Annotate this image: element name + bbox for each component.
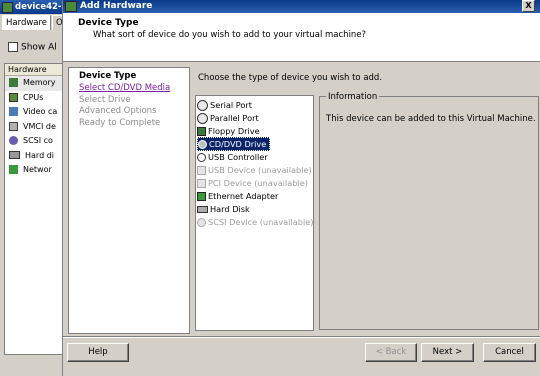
- next-button[interactable]: Next >: [421, 343, 474, 362]
- device-item-usb-controller[interactable]: USB Controller: [197, 151, 271, 163]
- device-item-ethernet-adapter[interactable]: Ethernet Adapter: [197, 190, 281, 202]
- background-window-title: device42-: [15, 2, 62, 12]
- step-select-media-link[interactable]: Select CD/DVD Media: [79, 83, 170, 93]
- step-advanced-options: Advanced Options: [79, 106, 157, 116]
- step-device-type: Device Type: [79, 71, 137, 81]
- device-item-scsi-device[interactable]: SCSI Device (unavailable): [197, 216, 316, 228]
- usb-controller-icon: [197, 153, 206, 162]
- device-item-label: CD/DVD Drive: [209, 139, 267, 149]
- usb-device-icon: [197, 166, 206, 175]
- hardware-item-network[interactable]: Networ: [5, 163, 67, 178]
- header-title: Device Type: [78, 18, 139, 28]
- add-hardware-dialog: Add Hardware X Device Type What sort of …: [62, 0, 540, 376]
- hard-disk-icon: [197, 206, 208, 213]
- device-item-pci-device[interactable]: PCI Device (unavailable): [197, 177, 311, 189]
- device-item-usb-device[interactable]: USB Device (unavailable): [197, 164, 315, 176]
- hardware-item-label: Networ: [23, 165, 52, 174]
- dialog-header: Device Type What sort of device do you w…: [63, 13, 540, 62]
- dialog-title: Add Hardware: [80, 1, 153, 11]
- hardware-item-scsi-controller[interactable]: SCSI co: [5, 134, 67, 149]
- header-subtitle: What sort of device do you wish to add t…: [93, 30, 367, 40]
- close-button[interactable]: X: [522, 0, 535, 12]
- instruction-text: Choose the type of device you wish to ad…: [198, 73, 383, 83]
- information-text: This device can be added to this Virtual…: [326, 114, 536, 124]
- back-button[interactable]: < Back: [365, 343, 417, 362]
- hardware-item-memory[interactable]: Memory: [5, 76, 67, 91]
- device-item-serial-port[interactable]: Serial Port: [197, 99, 255, 111]
- vm-icon: [2, 2, 13, 13]
- hardware-item-label: Hard di: [25, 150, 54, 160]
- hardware-item-label: Memory: [23, 78, 56, 87]
- scsi-controller-icon: [9, 136, 18, 145]
- floppy-drive-icon: [197, 127, 206, 136]
- add-hardware-icon: [65, 1, 77, 12]
- information-groupbox: Information This device can be added to …: [319, 92, 539, 330]
- hardware-item-cpus[interactable]: CPUs: [5, 91, 67, 106]
- device-item-label: PCI Device (unavailable): [208, 178, 308, 188]
- device-item-label: Serial Port: [210, 100, 253, 110]
- step-ready-to-complete: Ready to Complete: [79, 118, 161, 128]
- vmci-icon: [9, 121, 18, 131]
- tab-hardware[interactable]: Hardware: [2, 15, 52, 30]
- parallel-port-icon: [197, 113, 208, 124]
- hard-disk-icon: [9, 151, 20, 159]
- cancel-button[interactable]: Cancel: [483, 343, 536, 362]
- background-tabs: Hardware Op: [0, 14, 73, 30]
- device-item-parallel-port[interactable]: Parallel Port: [197, 112, 262, 124]
- serial-port-icon: [197, 100, 208, 111]
- device-item-label: Parallel Port: [210, 113, 259, 123]
- device-item-label: Hard Disk: [210, 204, 250, 214]
- cd-dvd-drive-icon: [198, 140, 207, 149]
- hardware-item-label: Video ca: [23, 107, 58, 116]
- video-card-icon: [9, 107, 18, 116]
- pci-device-icon: [197, 179, 206, 188]
- scsi-device-icon: [197, 218, 206, 227]
- main-panel: Choose the type of device you wish to ad…: [193, 62, 540, 335]
- device-item-label: USB Device (unavailable): [208, 165, 312, 175]
- device-item-label: Floppy Drive: [208, 126, 260, 136]
- hardware-list: Hardware Memory CPUs Video ca VMCI de SC…: [4, 63, 68, 355]
- device-item-cd-dvd-drive[interactable]: CD/DVD Drive: [197, 137, 271, 151]
- hardware-item-video-card[interactable]: Video ca: [5, 105, 67, 120]
- hardware-list-header[interactable]: Hardware: [5, 64, 67, 76]
- background-window-body: Show Al Hardware Memory CPUs Video ca VM…: [0, 30, 68, 376]
- hardware-item-hard-disk[interactable]: Hard di: [5, 149, 67, 164]
- hardware-item-vmci[interactable]: VMCI de: [5, 120, 67, 135]
- device-item-label: USB Controller: [208, 152, 268, 162]
- show-all-checkbox[interactable]: Show Al: [8, 42, 57, 53]
- hardware-item-label: VMCI de: [23, 121, 56, 131]
- checkbox-box[interactable]: [8, 42, 18, 52]
- dialog-footer: Help < Back Next > Cancel: [63, 336, 540, 376]
- device-item-floppy-drive[interactable]: Floppy Drive: [197, 125, 263, 137]
- hardware-item-label: CPUs: [23, 92, 44, 102]
- device-item-hard-disk[interactable]: Hard Disk: [197, 203, 253, 215]
- ethernet-adapter-icon: [197, 192, 206, 201]
- memory-icon: [9, 78, 18, 87]
- show-all-label: Show Al: [21, 42, 57, 53]
- device-item-label: Ethernet Adapter: [208, 191, 279, 201]
- background-window-titlebar[interactable]: device42-: [0, 0, 66, 14]
- device-type-list: Serial Port Parallel Port Floppy Drive C…: [195, 95, 314, 331]
- cpu-icon: [9, 92, 18, 102]
- step-select-drive: Select Drive: [79, 95, 131, 105]
- information-legend: Information: [326, 92, 380, 102]
- wizard-steps: Device Type Select CD/DVD Media Select D…: [68, 67, 190, 334]
- footer-divider: [63, 336, 540, 338]
- device-item-label: SCSI Device (unavailable): [208, 217, 314, 227]
- help-button[interactable]: Help: [67, 343, 129, 362]
- dialog-titlebar[interactable]: Add Hardware X: [63, 0, 540, 13]
- network-adapter-icon: [9, 165, 18, 174]
- hardware-item-label: SCSI co: [23, 136, 53, 145]
